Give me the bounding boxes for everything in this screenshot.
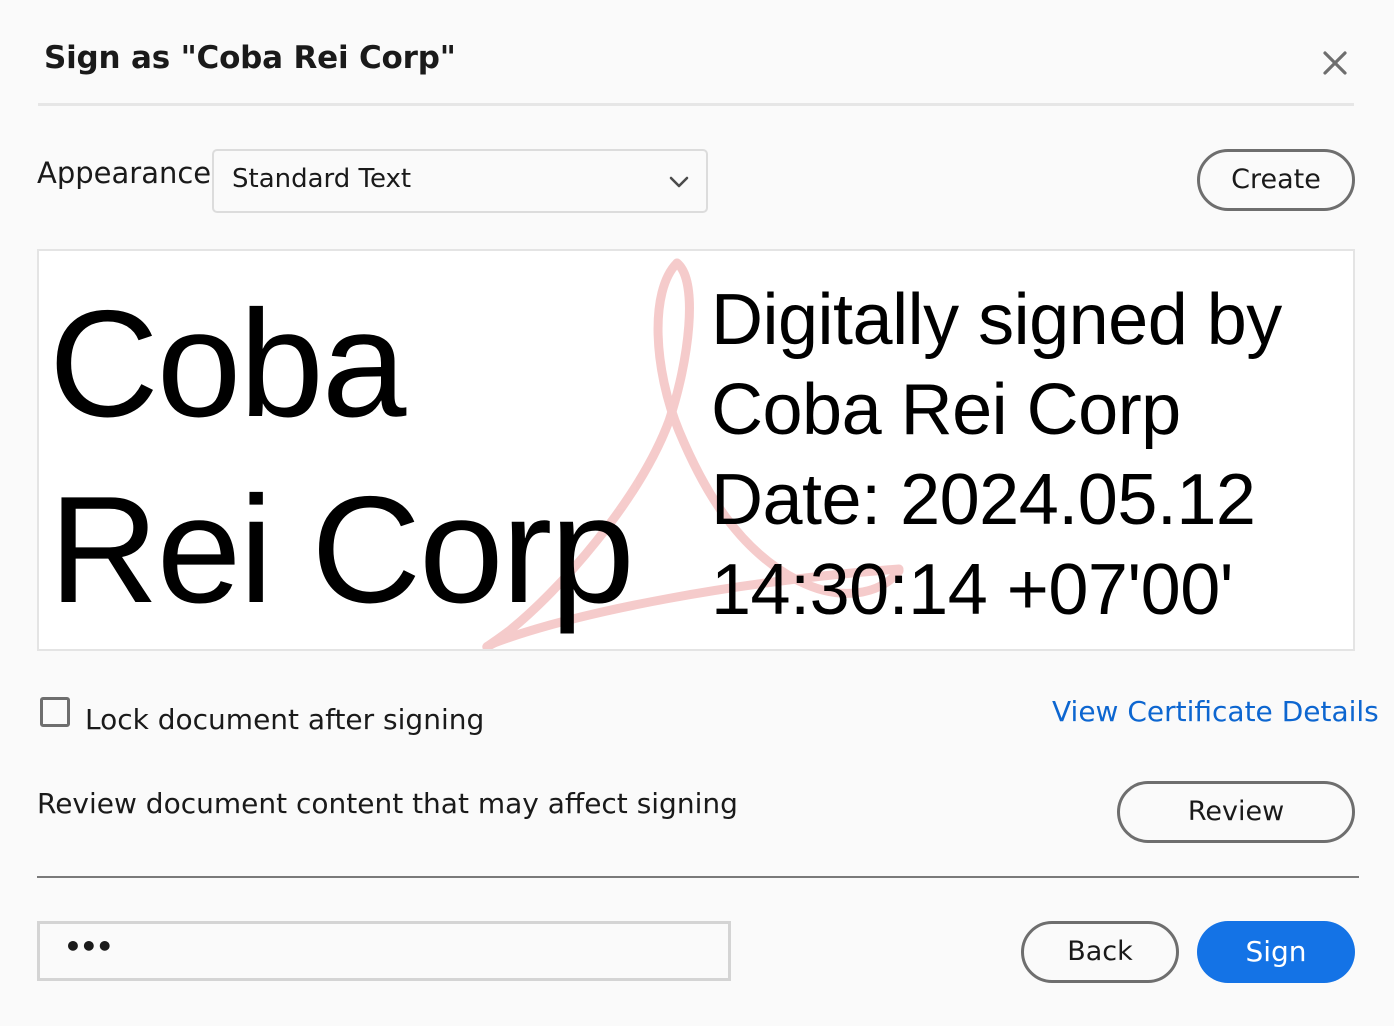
sign-button[interactable]: Sign	[1197, 921, 1355, 983]
view-certificate-details-link[interactable]: View Certificate Details	[1052, 695, 1379, 728]
appearance-dropdown-value: Standard Text	[232, 164, 412, 194]
signature-detail-line: Digitally signed by	[711, 280, 1282, 360]
lock-document-checkbox[interactable]	[40, 697, 70, 727]
signature-detail-line: Coba Rei Corp	[711, 370, 1181, 450]
appearance-dropdown[interactable]: Standard Text	[212, 149, 708, 213]
create-button[interactable]: Create	[1197, 149, 1355, 211]
more-icon: •••	[64, 930, 114, 963]
signature-detail-line: Date: 2024.05.12	[711, 460, 1256, 540]
signature-detail-line: 14:30:14 +07'00'	[711, 550, 1233, 630]
review-content-text: Review document content that may affect …	[37, 787, 738, 820]
more-options-button[interactable]: •••	[37, 921, 731, 981]
appearance-label: Appearance	[37, 156, 212, 190]
footer-divider	[37, 876, 1359, 878]
signature-preview: Coba Rei Corp Digitally signed by Coba R…	[37, 249, 1355, 651]
signature-details: Digitally signed by Coba Rei Corp Date: …	[711, 275, 1282, 635]
dialog-title: Sign as "Coba Rei Corp"	[44, 40, 456, 76]
chevron-down-icon	[666, 169, 692, 195]
sign-dialog: Sign as "Coba Rei Corp" Appearance Stand…	[0, 0, 1394, 1026]
lock-document-label[interactable]: Lock document after signing	[85, 703, 484, 736]
signature-name-line-1: Coba	[49, 279, 406, 449]
header-divider	[38, 103, 1354, 106]
signature-name: Coba Rei Corp	[49, 271, 635, 643]
close-icon[interactable]	[1316, 44, 1354, 82]
back-button[interactable]: Back	[1021, 921, 1179, 983]
signature-name-line-2: Rei Corp	[49, 465, 635, 635]
review-button[interactable]: Review	[1117, 781, 1355, 843]
